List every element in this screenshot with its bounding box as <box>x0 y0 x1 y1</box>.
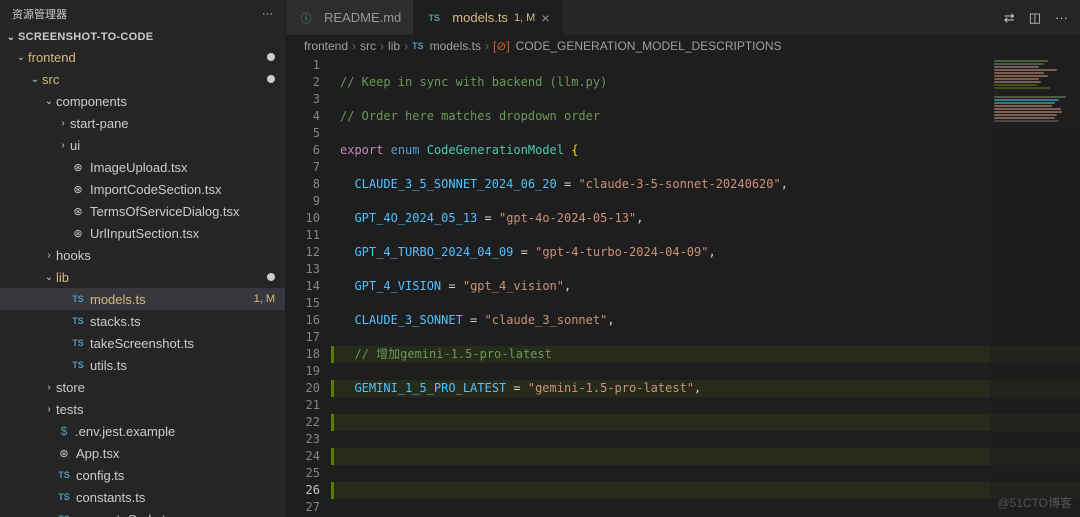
react-icon: ⊛ <box>70 203 86 219</box>
file-tree: ⌄frontend ⌄src ⌄components ›start-pane ›… <box>0 46 285 517</box>
tab-bar: ⓘ README.md TS models.ts 1, M × ⇄ ◫ ··· <box>286 0 1080 35</box>
tree-folder-frontend[interactable]: ⌄frontend <box>0 46 285 68</box>
tree-folder-src[interactable]: ⌄src <box>0 68 285 90</box>
tree-file[interactable]: TSgenerateCode.ts <box>0 508 285 517</box>
tab-models[interactable]: TS models.ts 1, M × <box>414 0 562 35</box>
modified-badge: 1, M <box>254 293 275 305</box>
tab-modified-badge: 1, M <box>514 12 535 24</box>
chevron-down-icon: ⌄ <box>28 74 42 85</box>
tree-folder-tests[interactable]: ›tests <box>0 398 285 420</box>
breadcrumb-item[interactable]: TSmodels.ts <box>412 39 481 53</box>
env-icon: $ <box>56 423 72 439</box>
tree-file[interactable]: ⊛App.tsx <box>0 442 285 464</box>
tree-file[interactable]: $.env.jest.example <box>0 420 285 442</box>
split-icon[interactable]: ◫ <box>1029 10 1041 26</box>
watermark: @51CTO博客 <box>997 494 1072 511</box>
info-icon: ⓘ <box>298 10 314 26</box>
tree-folder-start-pane[interactable]: ›start-pane <box>0 112 285 134</box>
chevron-down-icon: ⌄ <box>42 96 56 107</box>
tree-folder-store[interactable]: ›store <box>0 376 285 398</box>
tree-file[interactable]: TSconstants.ts <box>0 486 285 508</box>
close-icon[interactable]: × <box>541 10 549 26</box>
tree-file[interactable]: ⊛ImportCodeSection.tsx <box>0 178 285 200</box>
tree-file[interactable]: TSstacks.ts <box>0 310 285 332</box>
breadcrumb-item[interactable]: frontend <box>304 39 348 53</box>
typescript-icon: TS <box>426 10 442 26</box>
tree-file-models[interactable]: TSmodels.ts1, M <box>0 288 285 310</box>
tree-folder-lib[interactable]: ⌄lib <box>0 266 285 288</box>
react-icon: ⊛ <box>70 225 86 241</box>
typescript-icon: TS <box>56 511 72 517</box>
typescript-icon: TS <box>56 467 72 483</box>
project-name: SCREENSHOT-TO-CODE <box>18 31 153 43</box>
chevron-right-icon: › <box>42 250 56 261</box>
modified-dot-icon <box>267 75 275 83</box>
tree-folder-components[interactable]: ⌄components <box>0 90 285 112</box>
breadcrumb-item[interactable]: src <box>360 39 376 53</box>
chevron-down-icon: ⌄ <box>4 32 18 43</box>
typescript-icon: TS <box>70 313 86 329</box>
chevron-right-icon: › <box>56 118 70 129</box>
minimap[interactable] <box>990 59 1080 499</box>
chevron-right-icon: › <box>56 140 70 151</box>
sidebar-title: 资源管理器 <box>12 6 67 22</box>
editor-area: ⓘ README.md TS models.ts 1, M × ⇄ ◫ ··· … <box>286 0 1080 517</box>
modified-dot-icon <box>267 273 275 281</box>
code[interactable]: // Keep in sync with backend (llm.py) //… <box>334 57 1080 517</box>
typescript-icon: TS <box>56 489 72 505</box>
tree-folder-ui[interactable]: ›ui <box>0 134 285 156</box>
typescript-icon: TS <box>70 357 86 373</box>
modified-dot-icon <box>267 53 275 61</box>
sidebar-header: 资源管理器 ··· <box>0 0 285 28</box>
tree-file[interactable]: ⊛ImageUpload.tsx <box>0 156 285 178</box>
tree-file[interactable]: TSconfig.ts <box>0 464 285 486</box>
tab-readme[interactable]: ⓘ README.md <box>286 0 414 35</box>
tree-file[interactable]: TSutils.ts <box>0 354 285 376</box>
typescript-icon: TS <box>70 291 86 307</box>
more-icon[interactable]: ··· <box>1055 10 1068 26</box>
breadcrumb-item[interactable]: lib <box>388 39 400 53</box>
compare-icon[interactable]: ⇄ <box>1004 10 1015 26</box>
tree-file[interactable]: ⊛TermsOfServiceDialog.tsx <box>0 200 285 222</box>
breadcrumb: frontend› src› lib› TSmodels.ts› [⊘]CODE… <box>286 35 1080 57</box>
sidebar: 资源管理器 ··· ⌄ SCREENSHOT-TO-CODE ⌄frontend… <box>0 0 286 517</box>
project-header[interactable]: ⌄ SCREENSHOT-TO-CODE <box>0 28 285 46</box>
tab-actions: ⇄ ◫ ··· <box>992 10 1080 26</box>
chevron-right-icon: › <box>42 404 56 415</box>
chevron-down-icon: ⌄ <box>42 272 56 283</box>
breadcrumb-symbol[interactable]: [⊘]CODE_GENERATION_MODEL_DESCRIPTIONS <box>493 39 782 53</box>
sidebar-more-icon[interactable]: ··· <box>262 8 273 20</box>
editor[interactable]: 1234567891011121314151617181920212223242… <box>286 57 1080 517</box>
react-icon: ⊛ <box>56 445 72 461</box>
react-icon: ⊛ <box>70 181 86 197</box>
typescript-icon: TS <box>70 335 86 351</box>
react-icon: ⊛ <box>70 159 86 175</box>
chevron-down-icon: ⌄ <box>14 52 28 63</box>
tree-file[interactable]: ⊛UrlInputSection.tsx <box>0 222 285 244</box>
tree-file[interactable]: TStakeScreenshot.ts <box>0 332 285 354</box>
chevron-right-icon: › <box>42 382 56 393</box>
gutter: 1234567891011121314151617181920212223242… <box>286 57 334 517</box>
tree-folder-hooks[interactable]: ›hooks <box>0 244 285 266</box>
